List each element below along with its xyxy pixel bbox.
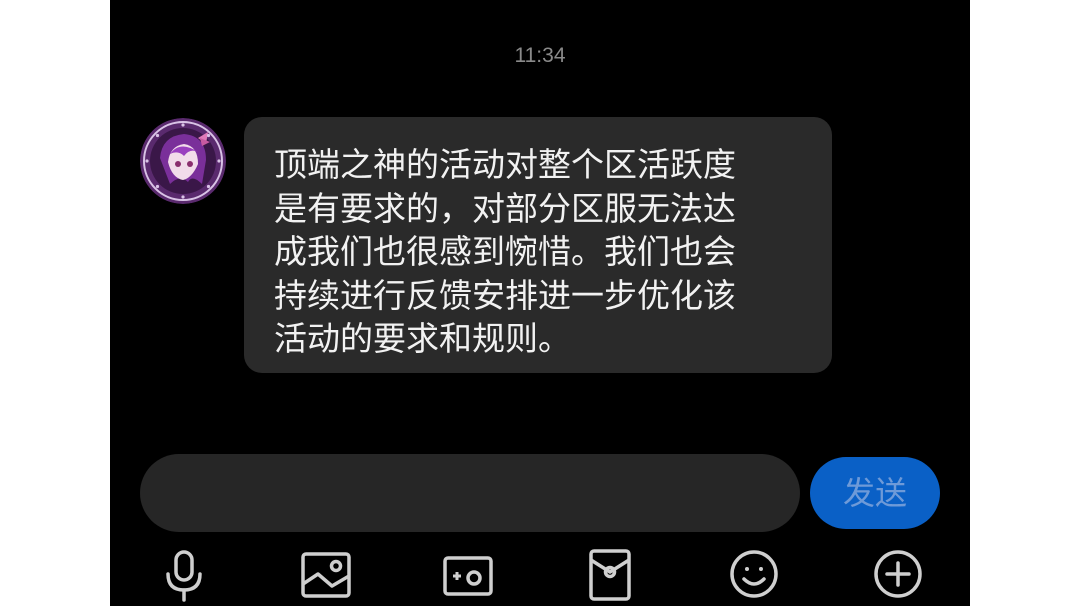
camera-icon[interactable] — [440, 546, 496, 602]
message-line: 成我们也很感到惋惜。我们也会 — [274, 232, 736, 271]
message-line: 持续进行反馈安排进一步优化该 — [274, 275, 736, 315]
message-line: 是有要求的，对部分区服无法达 — [274, 188, 736, 228]
message-input[interactable] — [140, 454, 800, 532]
red-packet-icon[interactable] — [582, 546, 638, 602]
avatar-image — [140, 118, 226, 204]
microphone-icon[interactable] — [156, 546, 212, 602]
message-line: 活动的要求和规则。 — [274, 319, 571, 358]
message-line: 顶端之神的活动对整个区活跃度 — [274, 145, 736, 184]
plus-icon[interactable] — [870, 546, 926, 602]
emoji-icon[interactable] — [726, 546, 782, 602]
message-bubble[interactable]: 顶端之神的活动对整个区活跃度 是有要求的，对部分区服无法达 成我们也很感到惋惜。… — [244, 117, 832, 373]
send-button[interactable]: 发送 — [810, 457, 940, 529]
image-icon[interactable] — [298, 546, 354, 602]
chat-screen: 11:34 顶端之神的活动对整个区活跃度 是有要求的，对部分区服无法达 成我们也… — [110, 0, 970, 606]
avatar[interactable] — [140, 118, 226, 204]
message-timestamp: 11:34 — [514, 44, 566, 67]
